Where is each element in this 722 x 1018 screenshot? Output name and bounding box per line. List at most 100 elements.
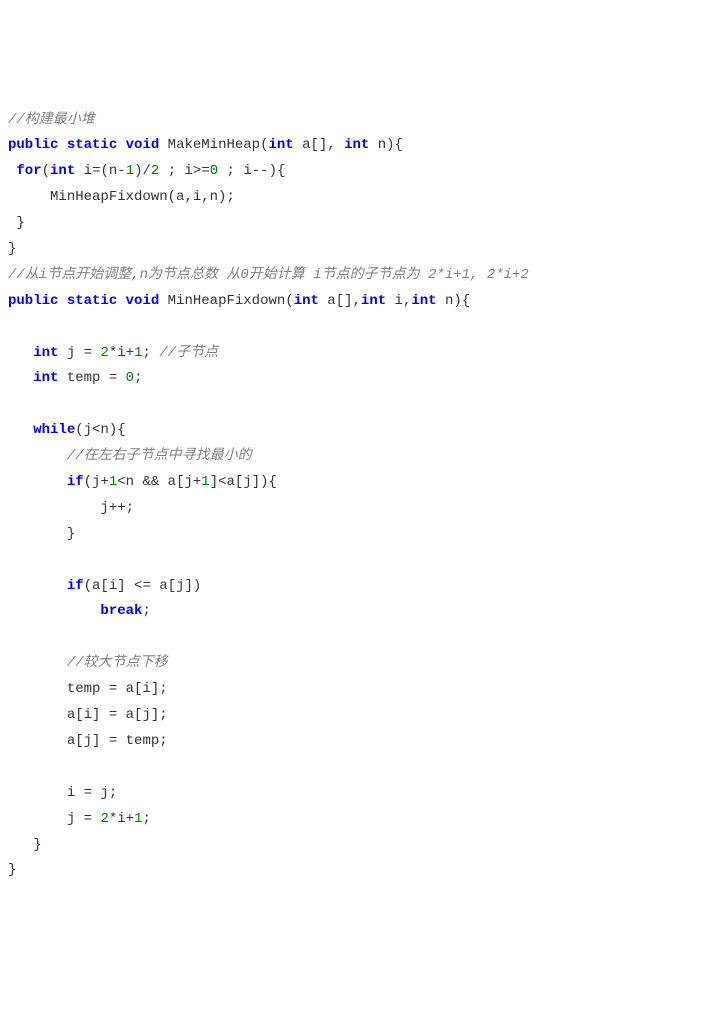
keyword-int: int	[50, 163, 75, 179]
code-text: }	[8, 241, 16, 257]
code-text: MinHeapFixdown(a,i,n);	[50, 189, 235, 205]
keyword-if: if	[67, 474, 84, 490]
code-text: temp	[58, 370, 108, 386]
keyword-if: if	[67, 578, 84, 594]
operator: +	[100, 474, 108, 490]
number: 1	[134, 345, 142, 361]
code-text: ;	[143, 345, 160, 361]
comment: //子节点	[159, 345, 218, 361]
comment: //在左右子节点中寻找最小的	[67, 448, 252, 464]
number: 0	[210, 163, 218, 179]
code-text: }	[33, 837, 41, 853]
keyword-void: void	[126, 293, 160, 309]
number: 1	[109, 474, 117, 490]
code-text: ]	[210, 474, 218, 490]
code-text	[8, 474, 67, 490]
number: 2	[100, 811, 108, 827]
code-text: }	[8, 862, 16, 878]
code-text: ){	[269, 163, 286, 179]
code-text	[8, 707, 67, 723]
keyword-for: for	[16, 163, 41, 179]
code-text: a[i];	[117, 681, 167, 697]
keyword-public: public	[8, 137, 58, 153]
operator: &&	[142, 474, 159, 490]
keyword-static: static	[67, 137, 117, 153]
operator: =	[84, 785, 92, 801]
number: 1	[201, 474, 209, 490]
code-text	[8, 578, 67, 594]
number: 2	[100, 345, 108, 361]
keyword-int: int	[294, 293, 319, 309]
code-text: i	[67, 785, 84, 801]
keyword-int: int	[33, 370, 58, 386]
operator: =	[109, 370, 117, 386]
operator: =	[109, 733, 117, 749]
method-name: MinHeapFixdown(	[159, 293, 293, 309]
code-text	[92, 811, 100, 827]
code-text: j	[67, 811, 84, 827]
code-text	[8, 370, 33, 386]
number: 0	[126, 370, 134, 386]
operator: =	[84, 345, 92, 361]
code-text	[8, 345, 33, 361]
code-text: a[j	[159, 474, 193, 490]
code-text	[8, 837, 33, 853]
keyword-int: int	[268, 137, 293, 153]
comment: //构建最小堆	[8, 112, 95, 128]
code-text: a[j]){	[227, 474, 277, 490]
code-text: temp;	[117, 733, 167, 749]
code-text	[8, 733, 67, 749]
method-name: MakeMinHeap(	[159, 137, 268, 153]
number: 1	[126, 163, 134, 179]
code-text	[8, 655, 67, 671]
keyword-public: public	[8, 293, 58, 309]
operator: /	[143, 163, 151, 179]
operator: --	[252, 163, 269, 179]
comment: //较大节点下移	[67, 655, 168, 671]
code-text: n	[126, 474, 143, 490]
operator: +	[126, 345, 134, 361]
code-text: ;	[134, 370, 142, 386]
code-text	[8, 681, 67, 697]
code-text	[117, 370, 125, 386]
code-text: a[j];	[117, 707, 167, 723]
comment: //从i节点开始调整,n为节点总数 从0开始计算 i节点的子节点为 2*i+1,…	[8, 267, 529, 283]
operator: <	[117, 474, 125, 490]
code-text: }	[67, 526, 75, 542]
operator: -	[117, 163, 125, 179]
code-text: ; i	[159, 163, 193, 179]
operator: <	[218, 474, 226, 490]
code-text: i,	[386, 293, 411, 309]
code-text: i	[75, 163, 92, 179]
code-text: ;	[126, 500, 134, 516]
code-text: ; i	[218, 163, 252, 179]
code-text: i	[117, 811, 125, 827]
keyword-static: static	[67, 293, 117, 309]
code-text	[8, 448, 67, 464]
code-text: (n	[100, 163, 117, 179]
operator: ++	[109, 500, 126, 516]
code-text: (a[i]	[84, 578, 134, 594]
code-text: n){	[100, 422, 125, 438]
code-text	[8, 500, 100, 516]
code-text: a[],	[294, 137, 344, 153]
code-block: //构建最小堆 public static void MakeMinHeap(i…	[8, 108, 714, 885]
keyword-int: int	[33, 345, 58, 361]
keyword-break: break	[100, 603, 142, 619]
code-text: (j	[75, 422, 92, 438]
number: 1	[134, 811, 142, 827]
keyword-int: int	[361, 293, 386, 309]
code-text	[8, 603, 100, 619]
code-text: (j	[84, 474, 101, 490]
code-text: a[j]	[67, 733, 109, 749]
keyword-int: int	[411, 293, 436, 309]
code-text: )	[134, 163, 142, 179]
code-text: j;	[92, 785, 117, 801]
code-text: ;	[142, 603, 150, 619]
operator: +	[126, 811, 134, 827]
code-text: i	[117, 345, 125, 361]
code-text	[8, 422, 33, 438]
code-text: j	[100, 500, 108, 516]
code-text: n){	[437, 293, 471, 309]
code-text: (	[42, 163, 50, 179]
